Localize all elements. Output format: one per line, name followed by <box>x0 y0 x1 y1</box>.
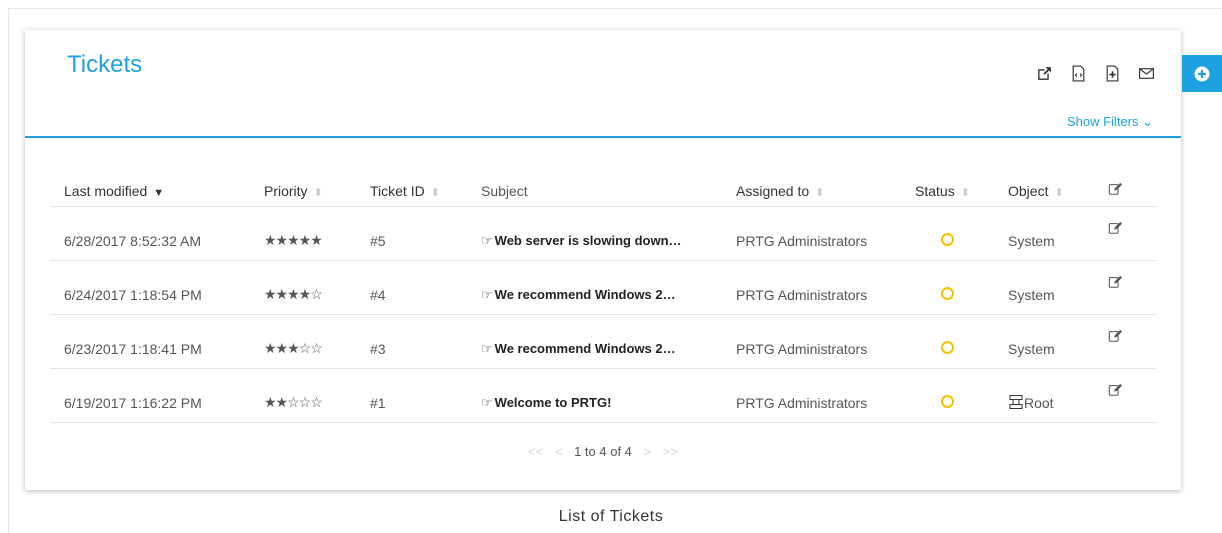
cell-status <box>901 206 994 261</box>
column-header-priority[interactable]: Priority ⬍ <box>250 175 356 207</box>
column-header-subject: Subject <box>467 175 722 207</box>
priority-stars: ★★★★★ <box>250 206 356 261</box>
table-row[interactable]: 6/28/2017 8:52:32 AM ★★★★★ #5 ☞ Web serve… <box>50 206 1157 261</box>
last-page-button[interactable]: >> <box>663 444 678 459</box>
cell-last-modified: 6/19/2017 1:16:22 PM <box>50 368 250 423</box>
cell-object[interactable]: Root <box>994 368 1094 423</box>
column-header-object[interactable]: Object ⬍ <box>994 175 1094 207</box>
cell-subject[interactable]: ☞ Web server is slowing down… <box>467 206 722 261</box>
edit-icon[interactable] <box>1108 221 1122 238</box>
cell-object[interactable]: System <box>994 314 1094 369</box>
edit-icon[interactable] <box>1108 275 1122 292</box>
cell-assigned-to: PRTG Administrators <box>722 260 901 315</box>
priority-stars: ★★★☆☆ <box>250 314 356 369</box>
device-tree-icon <box>1008 395 1024 411</box>
cell-last-modified: 6/24/2017 1:18:54 PM <box>50 260 250 315</box>
pointing-hand-icon: ☞ <box>481 395 493 410</box>
cell-status <box>901 260 994 315</box>
subject-link[interactable]: Web server is slowing down… <box>495 233 682 248</box>
pagination: << < 1 to 4 of 4 > >> <box>25 444 1181 459</box>
column-header-last-modified[interactable]: Last modified ▼ <box>50 175 250 207</box>
add-document-icon[interactable] <box>1101 62 1123 84</box>
sort-icon: ⬍ <box>815 186 825 199</box>
cell-object[interactable]: System <box>994 260 1094 315</box>
pagination-status: 1 to 4 of 4 <box>574 444 632 459</box>
pointing-hand-icon: ☞ <box>481 341 493 356</box>
figure-caption: List of Tickets <box>558 508 664 525</box>
first-page-button[interactable]: << <box>528 444 543 459</box>
ticket-id-link[interactable]: #4 <box>356 260 467 315</box>
sort-icon: ⬍ <box>313 186 323 199</box>
sort-icon: ⬍ <box>1054 186 1064 199</box>
cell-edit[interactable] <box>1094 260 1157 315</box>
cell-edit[interactable] <box>1094 206 1157 261</box>
plus-circle-icon <box>1194 66 1210 81</box>
table-row[interactable]: 6/19/2017 1:16:22 PM ★★☆☆☆ #1 ☞ Welcome t… <box>50 368 1157 423</box>
table-header-row: Last modified ▼ Priority ⬍ Ticket ID ⬍ Subj… <box>50 175 1157 207</box>
status-circle-icon <box>941 340 954 354</box>
previous-page-button[interactable]: < <box>555 444 563 459</box>
email-icon[interactable] <box>1135 62 1157 84</box>
add-button[interactable] <box>1182 55 1222 92</box>
table-row[interactable]: 6/24/2017 1:18:54 PM ★★★★☆ #4 ☞ We recomm… <box>50 260 1157 315</box>
priority-stars: ★★★★☆ <box>250 260 356 315</box>
header-divider <box>25 136 1181 138</box>
edit-icon[interactable] <box>1108 383 1122 400</box>
column-header-assigned-to[interactable]: Assigned to ⬍ <box>722 175 901 207</box>
edit-icon[interactable] <box>1108 329 1122 346</box>
status-circle-icon <box>941 232 954 246</box>
column-header-edit <box>1094 175 1157 207</box>
edit-icon <box>1108 182 1122 199</box>
cell-subject[interactable]: ☞ We recommend Windows 2… <box>467 314 722 369</box>
cell-last-modified: 6/28/2017 8:52:32 AM <box>50 206 250 261</box>
cell-edit[interactable] <box>1094 314 1157 369</box>
tickets-panel: Tickets Show Filters ⌄ Last modified ▼ Pr… <box>25 30 1181 490</box>
pointing-hand-icon: ☞ <box>481 233 493 248</box>
show-filters-link[interactable]: Show Filters ⌄ <box>1067 114 1153 130</box>
ticket-id-link[interactable]: #3 <box>356 314 467 369</box>
subject-link[interactable]: We recommend Windows 2… <box>495 341 676 356</box>
pointing-hand-icon: ☞ <box>481 287 493 302</box>
cell-assigned-to: PRTG Administrators <box>722 206 901 261</box>
cell-assigned-to: PRTG Administrators <box>722 368 901 423</box>
subject-link[interactable]: Welcome to PRTG! <box>495 395 612 410</box>
cell-last-modified: 6/23/2017 1:18:41 PM <box>50 314 250 369</box>
cell-subject[interactable]: ☞ Welcome to PRTG! <box>467 368 722 423</box>
next-page-button[interactable]: > <box>644 444 652 459</box>
status-circle-icon <box>941 394 954 408</box>
external-link-icon[interactable] <box>1033 62 1055 84</box>
sort-descending-icon: ▼ <box>153 186 165 199</box>
cell-edit[interactable] <box>1094 368 1157 423</box>
sort-icon: ⬍ <box>430 186 440 199</box>
status-circle-icon <box>941 286 954 300</box>
ticket-id-link[interactable]: #5 <box>356 206 467 261</box>
cell-status <box>901 314 994 369</box>
code-icon[interactable] <box>1067 62 1089 84</box>
cell-assigned-to: PRTG Administrators <box>722 314 901 369</box>
cell-subject[interactable]: ☞ We recommend Windows 2… <box>467 260 722 315</box>
table-row[interactable]: 6/23/2017 1:18:41 PM ★★★☆☆ #3 ☞ We recomm… <box>50 314 1157 369</box>
priority-stars: ★★☆☆☆ <box>250 368 356 423</box>
subject-link[interactable]: We recommend Windows 2… <box>495 287 676 302</box>
sort-icon: ⬍ <box>960 186 970 199</box>
panel-toolbar <box>1033 62 1157 84</box>
ticket-id-link[interactable]: #1 <box>356 368 467 423</box>
cell-object[interactable]: System <box>994 206 1094 261</box>
column-header-ticket-id[interactable]: Ticket ID ⬍ <box>356 175 467 207</box>
column-header-status[interactable]: Status ⬍ <box>901 175 994 207</box>
tickets-table: Last modified ▼ Priority ⬍ Ticket ID ⬍ Subj… <box>50 175 1157 423</box>
page-title: Tickets <box>67 51 143 78</box>
cell-status <box>901 368 994 423</box>
